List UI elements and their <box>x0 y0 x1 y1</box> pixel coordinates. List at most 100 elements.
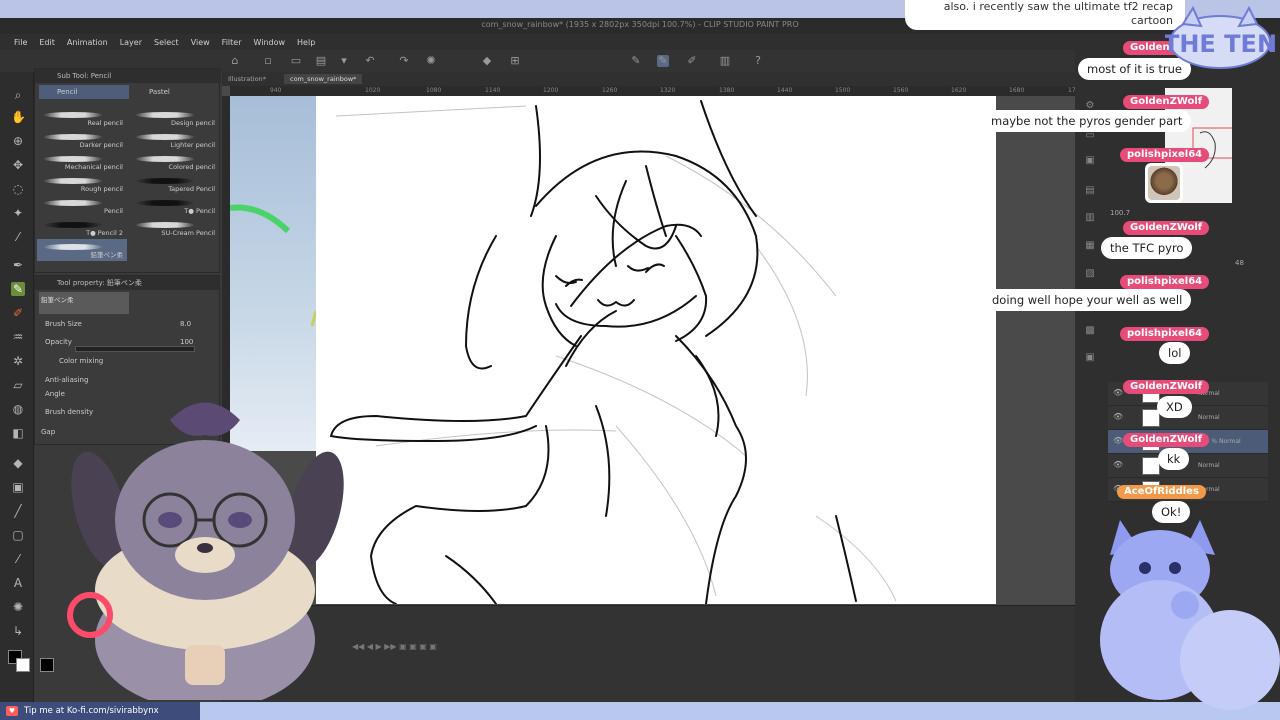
color-swatch-black[interactable] <box>40 658 54 672</box>
brush-real-pencil[interactable]: Real pencil <box>37 107 127 129</box>
zoom-icon[interactable]: ⌕ <box>11 88 25 102</box>
opacity-value-right[interactable]: 48 <box>1235 259 1244 267</box>
gap-label: Gap <box>41 428 56 436</box>
eye-icon[interactable]: 👁 <box>1113 388 1123 397</box>
opacity-value[interactable]: 100 <box>180 338 193 346</box>
brush-lighter-pencil[interactable]: Lighter pencil <box>129 129 219 151</box>
home-icon[interactable]: ⌂ <box>229 55 241 67</box>
menu-help[interactable]: Help <box>291 38 321 47</box>
brush-icon[interactable]: ✐ <box>686 55 698 67</box>
brush-size-value[interactable]: 8.0 <box>180 320 191 328</box>
zoom-value[interactable]: 100.7 <box>1110 209 1130 217</box>
gradient-icon[interactable]: ▣ <box>11 480 25 494</box>
ruler-number: 1320 <box>660 87 676 94</box>
operation-icon[interactable]: ⊕ <box>11 134 25 148</box>
brush-su-cream-pencil[interactable]: SU-Cream Pencil <box>129 217 219 239</box>
pen-icon[interactable]: ✎ <box>630 55 642 67</box>
eraser-icon[interactable]: ▱ <box>11 378 25 392</box>
brush-rough-pencil[interactable]: Rough pencil <box>37 173 127 195</box>
tab-pencil[interactable]: Pencil <box>39 85 129 99</box>
ruler-number: 1680 <box>1009 87 1025 94</box>
redo-icon[interactable]: ↷ <box>398 55 410 67</box>
airbrush-icon[interactable]: ♒ <box>11 330 25 344</box>
brush-t-pencil-2[interactable]: T● Pencil 2 <box>37 217 127 239</box>
layer-search-icon[interactable]: ▧ <box>1084 268 1096 280</box>
tab-com-snow-rainbow[interactable]: com_snow_rainbow* <box>284 74 363 84</box>
balloon-icon[interactable]: ✺ <box>11 600 25 614</box>
menu-layer[interactable]: Layer <box>114 38 148 47</box>
lasso-icon[interactable]: ◌ <box>11 182 25 196</box>
chat-username: GoldenZWolf <box>1123 221 1210 235</box>
loading-icon[interactable]: ✺ <box>425 55 437 67</box>
opacity-slider[interactable] <box>75 346 195 352</box>
opacity-label: Opacity <box>45 338 72 346</box>
text-icon[interactable]: A <box>11 576 25 590</box>
layer-icon[interactable]: ▣ <box>1084 352 1096 364</box>
drawing-canvas[interactable] <box>316 96 996 604</box>
stream-logo: THE TEN <box>1163 5 1277 72</box>
undo-icon[interactable]: ↶ <box>364 55 376 67</box>
chat-username: polishpixel64 <box>1120 148 1210 162</box>
ruler-number: 1020 <box>365 87 381 94</box>
save-icon[interactable]: ▤ <box>315 55 327 67</box>
frame-icon[interactable]: ▢ <box>11 528 25 542</box>
brush-tool-icon[interactable]: ✐ <box>11 306 25 320</box>
tab-illustration[interactable]: Illustration* <box>222 74 272 84</box>
subview-icon[interactable]: ▣ <box>1084 155 1096 167</box>
transform-icon[interactable]: ⊞ <box>509 55 521 67</box>
material-icon[interactable]: ▤ <box>1084 185 1096 197</box>
auto-action-icon[interactable]: ▩ <box>1084 325 1096 337</box>
new-file-icon[interactable]: ▫ <box>262 55 274 67</box>
history-icon[interactable]: ▦ <box>1084 240 1096 252</box>
menu-edit[interactable]: Edit <box>33 38 61 47</box>
correct-line-icon[interactable]: ↳ <box>11 624 25 638</box>
timeline-controls[interactable]: ◀◀ ◀ ▶ ▶▶ ▣ ▣ ▣ ▣ <box>352 642 652 652</box>
ruler-icon[interactable]: ⁄ <box>11 552 25 566</box>
pencil-active-icon[interactable]: ✎ <box>657 55 669 67</box>
chat-message: kk <box>1158 448 1190 470</box>
fill-icon[interactable]: ◆ <box>481 55 493 67</box>
sub-color-swatch[interactable] <box>16 658 30 672</box>
figure-icon[interactable]: ╱ <box>11 504 25 518</box>
eye-icon[interactable]: 👁 <box>1113 460 1123 469</box>
tab-pastel[interactable]: Pastel <box>131 85 219 99</box>
menu-file[interactable]: File <box>8 38 33 47</box>
eye-icon[interactable]: 👁 <box>1113 436 1123 445</box>
sketch-drawing <box>329 100 897 604</box>
brush-design-pencil[interactable]: Design pencil <box>129 107 219 129</box>
chevron-down-icon[interactable]: ▾ <box>338 55 350 67</box>
open-icon[interactable]: ▭ <box>290 55 302 67</box>
chat-username: AceOfRiddles <box>1117 485 1206 499</box>
brush-t-pencil[interactable]: T● Pencil <box>129 195 219 217</box>
menu-select[interactable]: Select <box>148 38 185 47</box>
color-set-icon[interactable]: ▥ <box>1084 212 1096 224</box>
kofi-text: Tip me at Ko-fi.com/sivirabbynx <box>24 706 159 716</box>
magic-wand-icon[interactable]: ✦ <box>11 206 25 220</box>
brush-colored-pencil[interactable]: Colored pencil <box>129 151 219 173</box>
ruler-number: 1200 <box>543 87 559 94</box>
eye-icon[interactable]: 👁 <box>1113 412 1123 421</box>
menu-view[interactable]: View <box>185 38 216 47</box>
pen-tool-icon[interactable]: ✒ <box>11 258 25 272</box>
hand-icon[interactable]: ✋ <box>11 110 26 124</box>
brush-pencil-pen-soft[interactable]: 鉛筆ペン柔 <box>37 239 127 261</box>
menu-animation[interactable]: Animation <box>61 38 114 47</box>
chat-image-emote <box>1145 163 1183 203</box>
decoration-icon[interactable]: ✲ <box>11 354 25 368</box>
help-icon[interactable]: ? <box>752 55 764 67</box>
brush-tapered-pencil[interactable]: Tapered Pencil <box>129 173 219 195</box>
move-icon[interactable]: ✥ <box>11 158 25 172</box>
menu-filter[interactable]: Filter <box>216 38 248 47</box>
eyedropper-icon[interactable]: ⁄ <box>11 230 25 244</box>
brush-darker-pencil[interactable]: Darker pencil <box>37 129 127 151</box>
brush-mechanical-pencil[interactable]: Mechanical pencil <box>37 151 127 173</box>
fill-tool-icon[interactable]: ◧ <box>11 426 25 440</box>
color-mixing-label[interactable]: Color mixing <box>59 357 103 365</box>
brush-pencil[interactable]: Pencil <box>37 195 127 217</box>
panel-icon[interactable]: ▥ <box>719 55 731 67</box>
blend-icon[interactable]: ◍ <box>11 402 25 416</box>
pencil-tool-icon[interactable]: ✎ <box>11 282 25 296</box>
bucket-icon[interactable]: ◆ <box>11 456 25 470</box>
menu-window[interactable]: Window <box>247 38 291 47</box>
ten-logo-graphic: THE TEN <box>1163 5 1277 69</box>
